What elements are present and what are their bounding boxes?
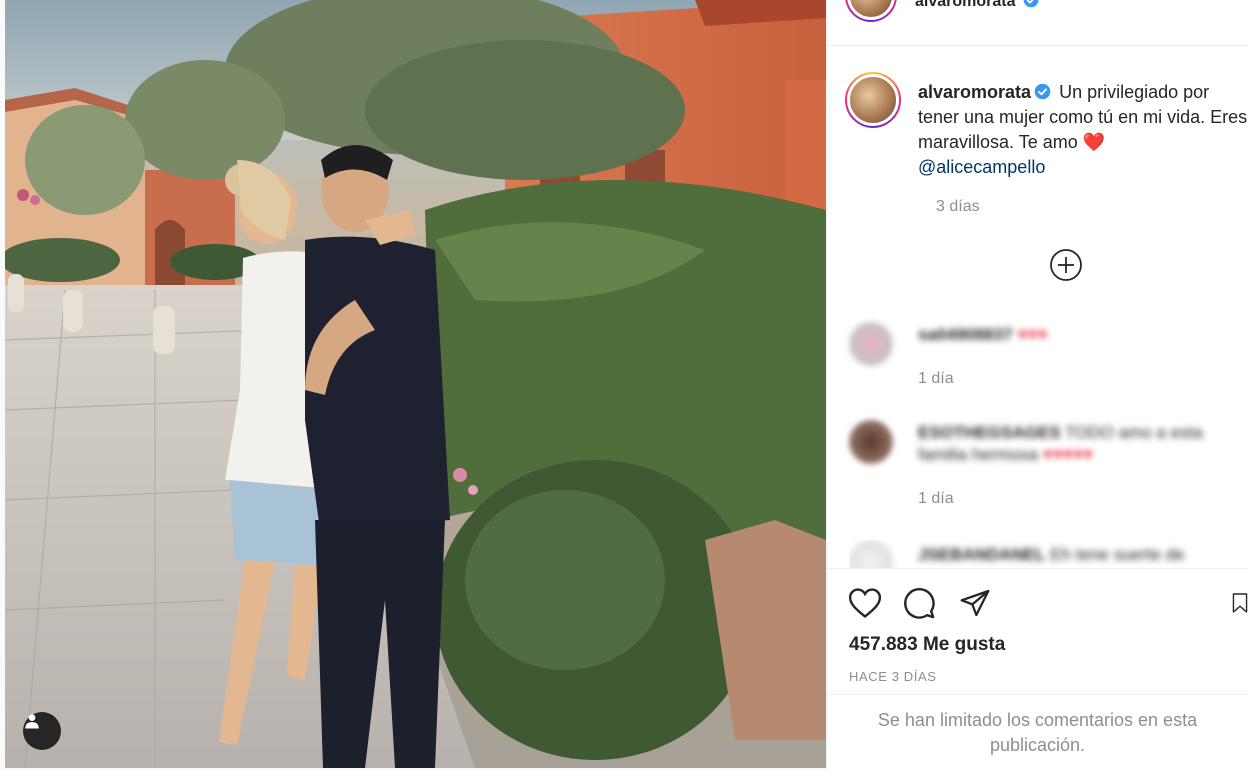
caption-username[interactable]: alvaromorata	[918, 82, 1031, 102]
comment-avatar[interactable]	[849, 420, 893, 464]
caption-timestamp[interactable]: 3 días	[936, 198, 980, 216]
like-button[interactable]	[847, 585, 883, 621]
comment-timestamp[interactable]: 1 día	[918, 490, 954, 508]
comment-avatar[interactable]	[849, 540, 893, 568]
comment-username[interactable]: ESOTHEGSAGES	[918, 423, 1061, 442]
paper-plane-icon	[960, 589, 990, 617]
comment-text: sa04908837 ♥♥♥	[918, 324, 1248, 346]
caption-avatar[interactable]	[845, 72, 901, 128]
comment-body: ♥♥♥	[1017, 325, 1048, 344]
user-tag-button[interactable]	[23, 712, 61, 750]
post-photo[interactable]	[5, 0, 826, 768]
person-icon	[25, 714, 39, 729]
comment-item: JSEBANDANEL Eh tene suerte de	[849, 540, 1248, 568]
like-count[interactable]: 457.883 Me gusta	[849, 634, 1005, 656]
comment-text: ESOTHEGSAGES TODO amo a esta familia her…	[918, 422, 1248, 466]
header-username-text[interactable]: alvaromorata	[915, 0, 1016, 10]
comment-timestamp[interactable]: 1 día	[918, 370, 954, 388]
comment-username[interactable]: JSEBANDANEL	[918, 545, 1046, 564]
comment-username[interactable]: sa04908837	[918, 325, 1013, 344]
load-more-comments-button[interactable]	[1049, 248, 1083, 282]
plus-circle-icon	[1050, 249, 1082, 281]
action-bar: 457.883 Me gusta HACE 3 DÍAS	[827, 568, 1248, 694]
post-date[interactable]: HACE 3 DÍAS	[849, 669, 937, 684]
save-button[interactable]	[1231, 585, 1248, 621]
comment-button[interactable]	[901, 585, 937, 621]
comments-limited-notice: Se han limitado los comentarios en esta …	[827, 694, 1248, 770]
comment-body: Eh tene suerte de	[1050, 545, 1185, 564]
post-side-panel: alvaromorata alvaromorata Un privilegiad…	[826, 0, 1248, 770]
header-username[interactable]: alvaromorata	[915, 0, 1042, 11]
verified-badge-icon	[1023, 0, 1039, 8]
photo-scene	[5, 0, 826, 768]
heart-emoji: ❤️	[1082, 132, 1106, 152]
comment-text: JSEBANDANEL Eh tene suerte de	[918, 544, 1248, 566]
caption-text: alvaromorata Un privilegiado por tener u…	[918, 80, 1248, 180]
verified-badge-icon	[1034, 83, 1051, 100]
comment-hearts: ♥♥♥♥♥	[1042, 445, 1094, 464]
post-header: alvaromorata	[827, 0, 1248, 46]
header-avatar[interactable]	[845, 0, 897, 22]
share-button[interactable]	[957, 585, 993, 621]
bookmark-icon	[1232, 593, 1248, 613]
speech-bubble-icon	[904, 588, 935, 619]
comment-avatar[interactable]	[849, 322, 893, 366]
heart-outline-icon	[848, 588, 882, 618]
mention-link[interactable]: @alicecampello	[918, 157, 1045, 177]
